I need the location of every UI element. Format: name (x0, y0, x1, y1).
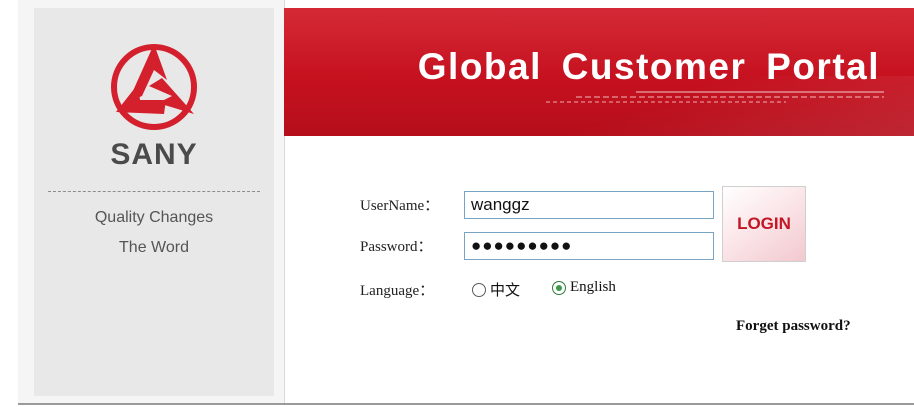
bottom-border (18, 403, 914, 405)
brand-name: SANY (110, 138, 198, 171)
password-input[interactable] (464, 232, 714, 260)
portal-title: Global Customer Portal (417, 46, 880, 87)
username-label: UserName： (360, 198, 440, 214)
portal-header: Global Customer Portal (284, 8, 914, 136)
radio-unchecked-icon[interactable] (472, 282, 486, 297)
login-form: UserName： Password： LOGIN Language： 中文 E… (284, 136, 914, 404)
language-option-label: 中文 (490, 283, 521, 299)
language-option-label: English (570, 279, 616, 295)
sany-logo-icon (111, 44, 197, 130)
header-decorative-lines (546, 91, 884, 103)
slogan-line-1: Quality Changes (94, 209, 214, 226)
brand-panel: SANY Quality Changes The Word (34, 8, 274, 396)
language-label: Language： (360, 283, 435, 299)
language-option-english[interactable]: English (552, 279, 616, 296)
login-button[interactable]: LOGIN (722, 186, 806, 262)
radio-checked-icon[interactable] (552, 280, 566, 295)
brand-divider (48, 191, 260, 192)
slogan-line-2: The Word (119, 239, 189, 256)
forgot-password-link[interactable]: Forget password? (736, 318, 851, 335)
username-input[interactable] (464, 191, 714, 219)
password-label: Password： (360, 239, 433, 255)
language-option-chinese[interactable]: 中文 (472, 279, 520, 300)
